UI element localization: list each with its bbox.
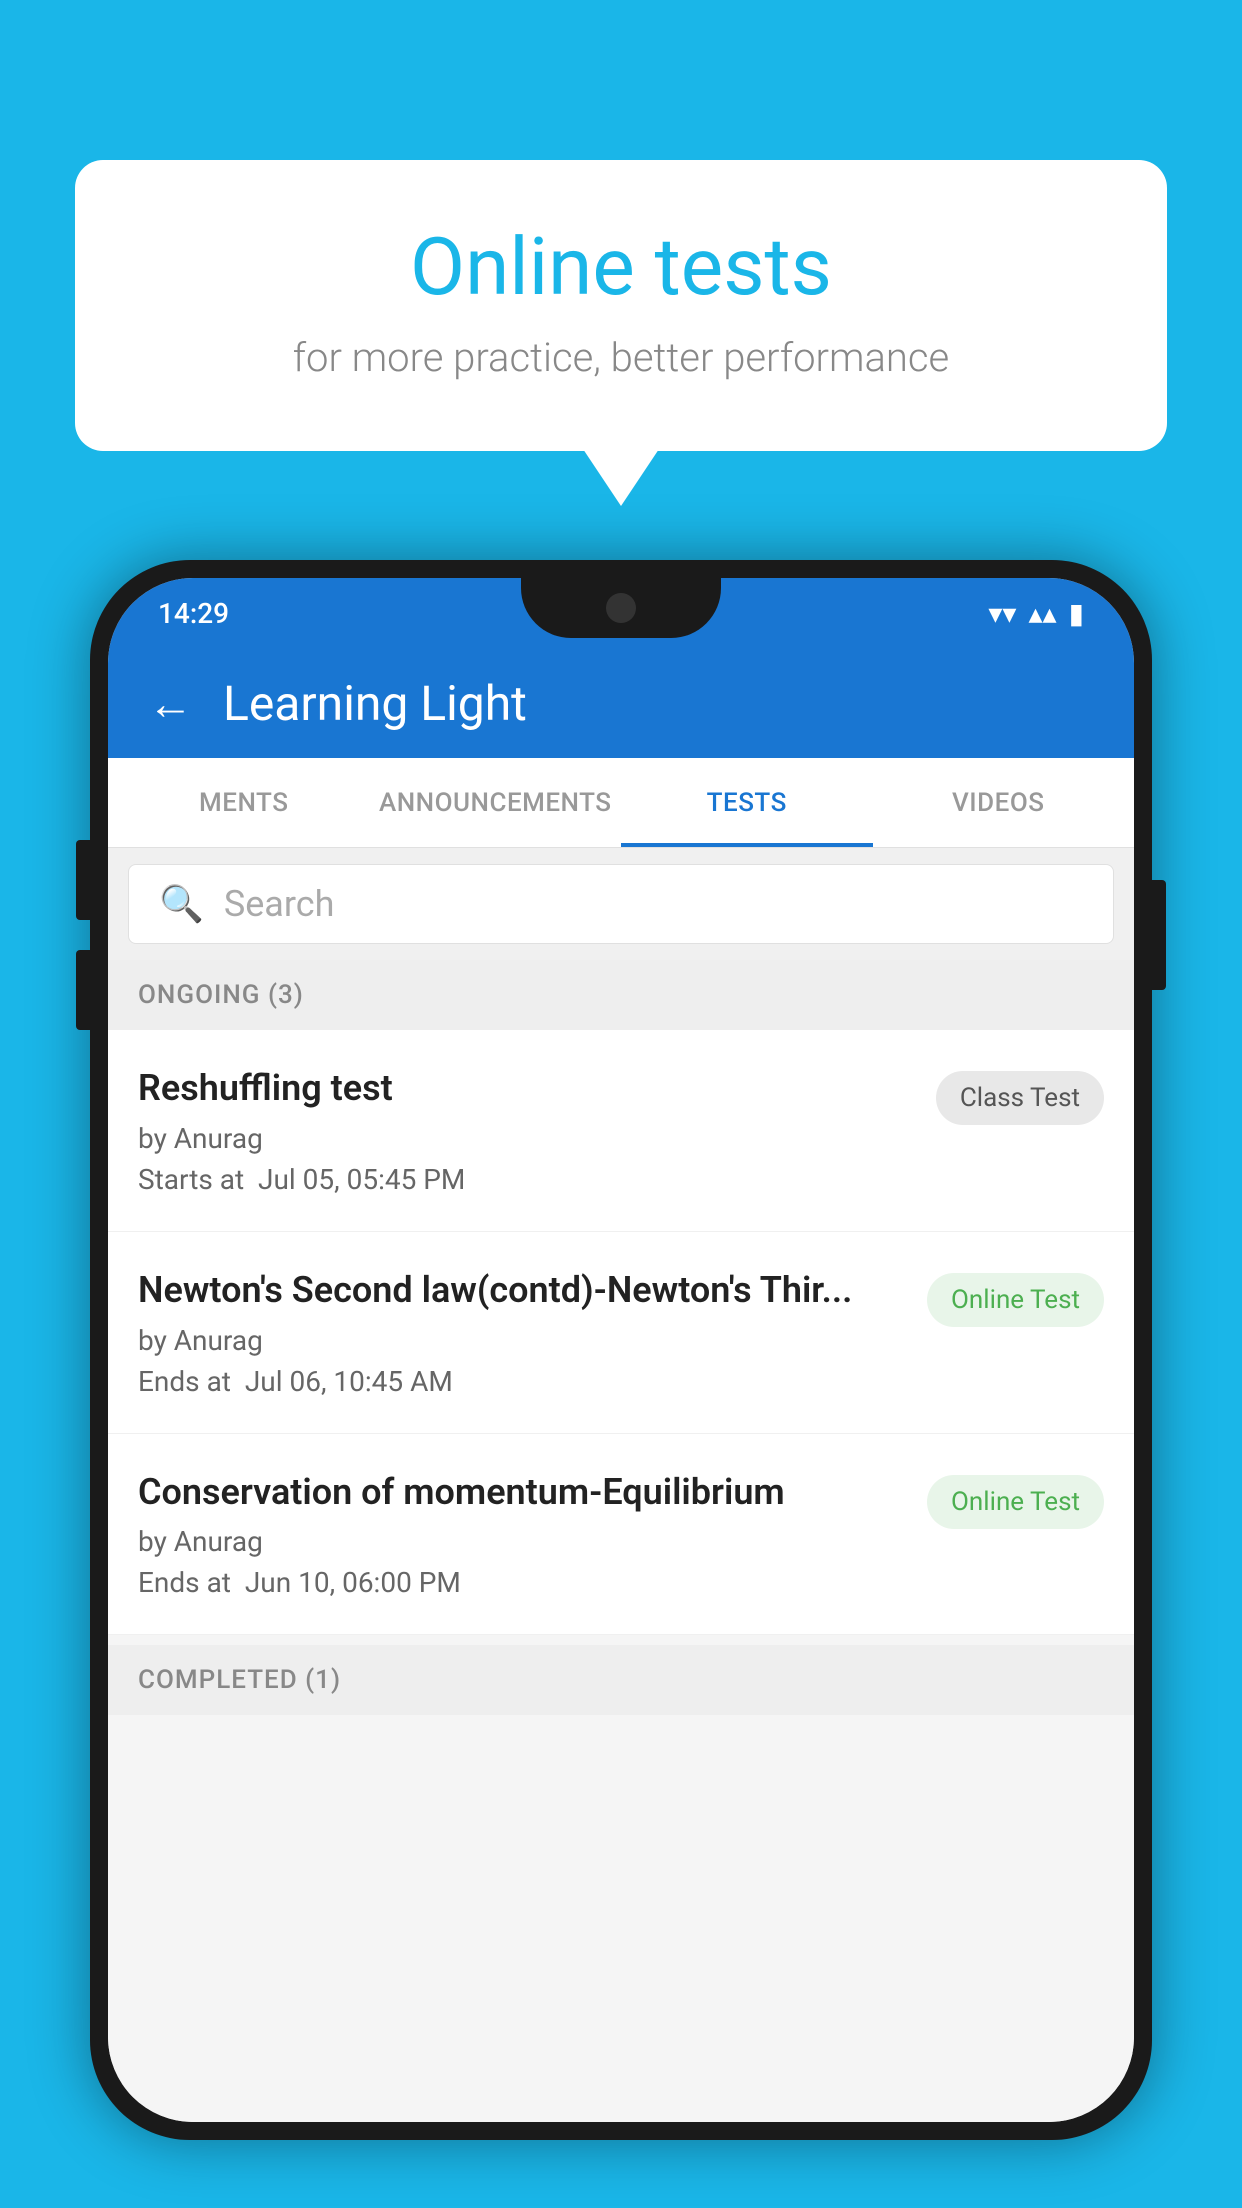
- test-name-3: Conservation of momentum-Equilibrium: [138, 1469, 907, 1516]
- volume-up-button: [76, 840, 90, 920]
- content-area: ONGOING (3) Reshuffling test by Anurag S…: [108, 960, 1134, 2122]
- test-item-3[interactable]: Conservation of momentum-Equilibrium by …: [108, 1434, 1134, 1636]
- status-icons: ▾▾ ▴▴ ▮: [988, 597, 1084, 630]
- test-time-2: Ends at Jul 06, 10:45 AM: [138, 1365, 907, 1398]
- test-author-1: by Anurag: [138, 1122, 916, 1155]
- tab-announcements[interactable]: ANNOUNCEMENTS: [370, 758, 622, 847]
- test-name-2: Newton's Second law(contd)-Newton's Thir…: [138, 1267, 907, 1314]
- test-badge-3: Online Test: [927, 1475, 1104, 1529]
- volume-down-button: [76, 950, 90, 1030]
- test-badge-2: Online Test: [927, 1273, 1104, 1327]
- back-button[interactable]: ←: [148, 677, 193, 730]
- front-camera: [606, 593, 636, 623]
- bubble-title: Online tests: [155, 220, 1087, 314]
- search-icon: 🔍: [159, 883, 204, 925]
- phone-wrapper: 14:29 ▾▾ ▴▴ ▮ ← Learning Light MENTS ANN…: [90, 560, 1152, 2208]
- test-name-1: Reshuffling test: [138, 1065, 916, 1112]
- test-author-2: by Anurag: [138, 1324, 907, 1357]
- test-time-1: Starts at Jul 05, 05:45 PM: [138, 1163, 916, 1196]
- test-item-1[interactable]: Reshuffling test by Anurag Starts at Jul…: [108, 1030, 1134, 1232]
- signal-icon: ▴▴: [1028, 597, 1056, 630]
- completed-section-header: COMPLETED (1): [108, 1645, 1134, 1715]
- test-info-1: Reshuffling test by Anurag Starts at Jul…: [138, 1065, 936, 1196]
- search-input-wrap[interactable]: 🔍 Search: [128, 864, 1114, 944]
- search-bar: 🔍 Search: [108, 848, 1134, 960]
- power-button: [1152, 880, 1166, 990]
- test-time-3: Ends at Jun 10, 06:00 PM: [138, 1566, 907, 1599]
- completed-header-text: COMPLETED (1): [138, 1665, 341, 1695]
- test-author-3: by Anurag: [138, 1525, 907, 1558]
- phone-notch: [521, 578, 721, 638]
- ongoing-section-header: ONGOING (3): [108, 960, 1134, 1030]
- bubble-subtitle: for more practice, better performance: [155, 334, 1087, 381]
- test-info-2: Newton's Second law(contd)-Newton's Thir…: [138, 1267, 927, 1398]
- test-info-3: Conservation of momentum-Equilibrium by …: [138, 1469, 927, 1600]
- phone-screen: 14:29 ▾▾ ▴▴ ▮ ← Learning Light MENTS ANN…: [108, 578, 1134, 2122]
- search-placeholder: Search: [224, 883, 335, 925]
- speech-bubble: Online tests for more practice, better p…: [75, 160, 1167, 451]
- phone-frame: 14:29 ▾▾ ▴▴ ▮ ← Learning Light MENTS ANN…: [90, 560, 1152, 2140]
- tab-bar: MENTS ANNOUNCEMENTS TESTS VIDEOS: [108, 758, 1134, 848]
- status-time: 14:29: [158, 597, 229, 630]
- tab-ments[interactable]: MENTS: [118, 758, 370, 847]
- ongoing-header-text: ONGOING (3): [138, 980, 304, 1010]
- test-item-2[interactable]: Newton's Second law(contd)-Newton's Thir…: [108, 1232, 1134, 1434]
- test-badge-1: Class Test: [936, 1071, 1104, 1125]
- wifi-icon: ▾▾: [988, 597, 1016, 630]
- tab-videos[interactable]: VIDEOS: [873, 758, 1125, 847]
- app-bar: ← Learning Light: [108, 648, 1134, 758]
- tab-tests[interactable]: TESTS: [621, 758, 873, 847]
- app-title: Learning Light: [223, 675, 527, 732]
- battery-icon: ▮: [1069, 597, 1084, 630]
